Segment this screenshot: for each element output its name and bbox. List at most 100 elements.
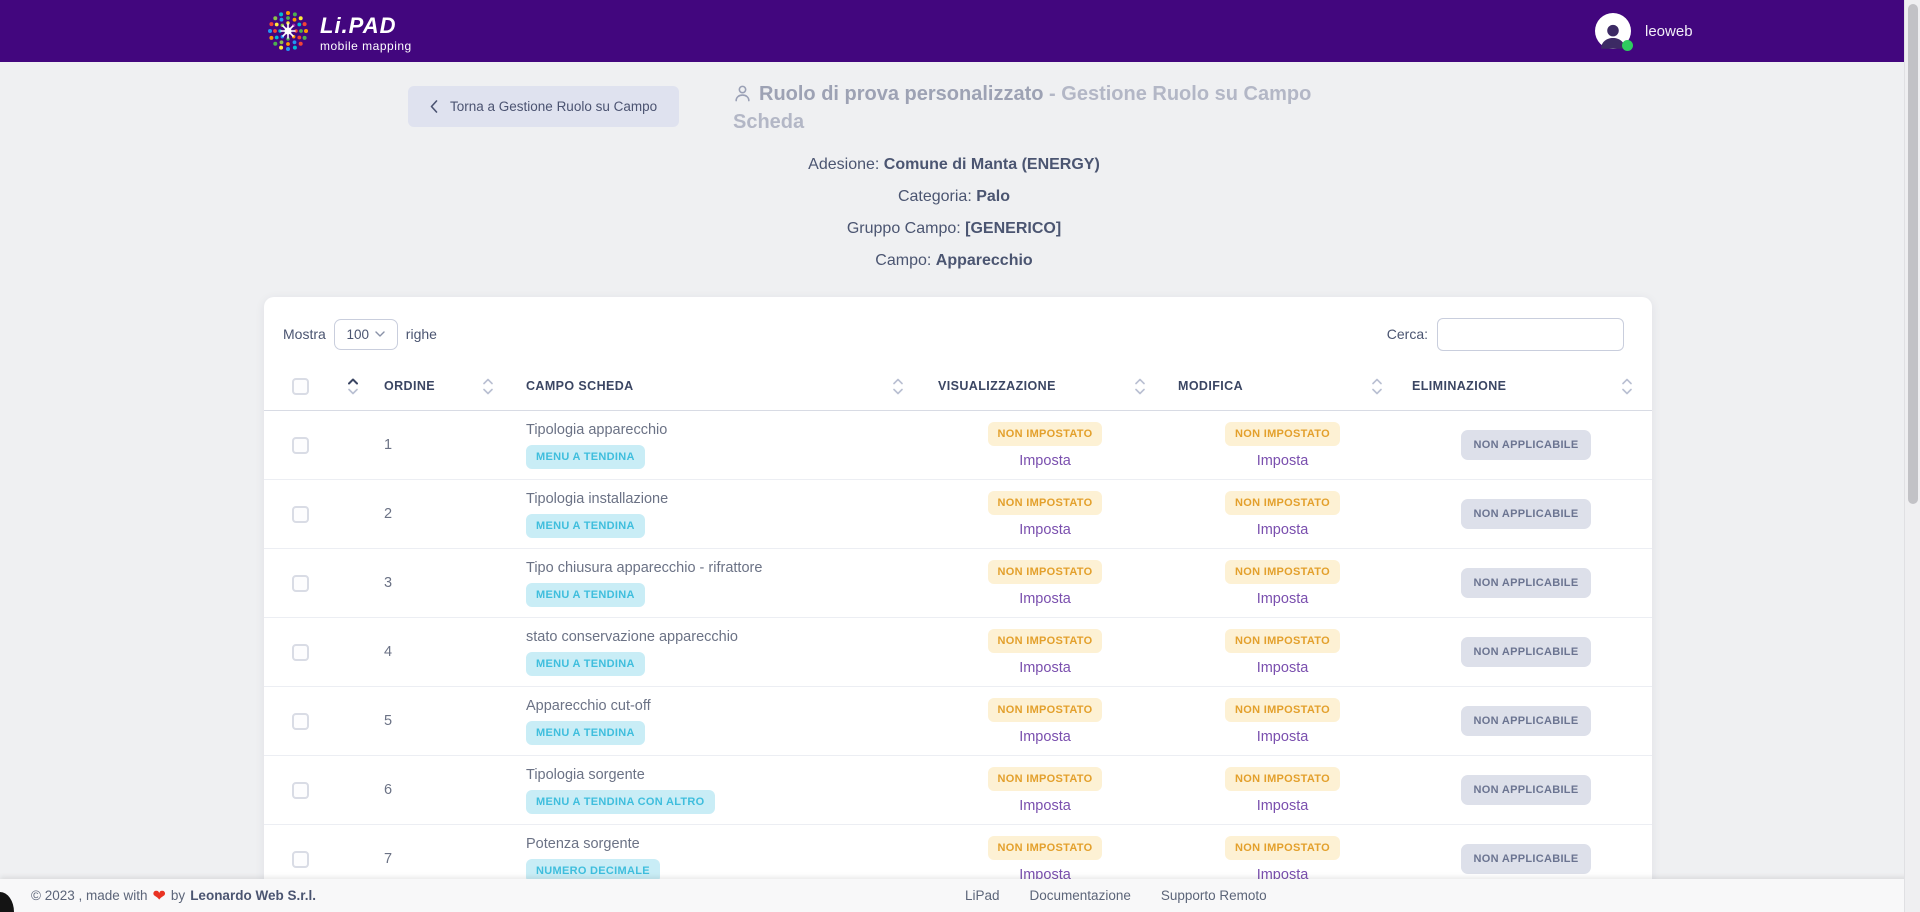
sort-control[interactable] bbox=[483, 378, 493, 395]
table-row: 6 Tipologia sorgente MENU A TENDINA CON … bbox=[264, 756, 1652, 825]
visualizzazione-status-badge: NON IMPOSTATO bbox=[988, 698, 1103, 722]
visualizzazione-status-badge: NON IMPOSTATO bbox=[988, 422, 1103, 446]
row-checkbox[interactable] bbox=[292, 644, 309, 661]
footer: © 2023 , made with ❤ by Leonardo Web S.r… bbox=[0, 879, 1920, 912]
sort-desc-icon bbox=[348, 388, 358, 395]
table-row: 3 Tipo chiusura apparecchio - rifrattore… bbox=[264, 549, 1652, 618]
footer-link-supporto-remoto[interactable]: Supporto Remoto bbox=[1161, 888, 1267, 903]
lipad-logo[interactable]: Li.PAD mobile mapping bbox=[264, 7, 412, 60]
campo-name: Tipo chiusura apparecchio - rifrattore bbox=[526, 560, 762, 576]
tipo-campo-badge: MENU A TENDINA CON ALTRO bbox=[526, 790, 715, 814]
campo-name: Tipologia installazione bbox=[526, 491, 668, 507]
page-length-label-before: Mostra bbox=[283, 326, 326, 342]
meta-gruppo-campo: Gruppo Campo: [GENERICO] bbox=[604, 220, 1304, 238]
imposta-visualizzazione-link[interactable]: Imposta bbox=[1019, 453, 1071, 469]
sort-control[interactable] bbox=[348, 378, 358, 395]
ordine-value: 3 bbox=[370, 549, 510, 617]
modifica-status-badge: NON IMPOSTATO bbox=[1225, 698, 1340, 722]
tipo-campo-badge: MENU A TENDINA bbox=[526, 721, 645, 745]
back-button-label: Torna a Gestione Ruolo su Campo bbox=[450, 99, 657, 114]
sort-asc-icon bbox=[1622, 378, 1632, 385]
row-checkbox[interactable] bbox=[292, 506, 309, 523]
ordine-value: 5 bbox=[370, 687, 510, 755]
sort-desc-icon bbox=[1135, 388, 1145, 395]
modifica-status-badge: NON IMPOSTATO bbox=[1225, 629, 1340, 653]
imposta-visualizzazione-link[interactable]: Imposta bbox=[1019, 660, 1071, 676]
visualizzazione-status-badge: NON IMPOSTATO bbox=[988, 836, 1103, 860]
tipo-campo-badge: MENU A TENDINA bbox=[526, 652, 645, 676]
back-button[interactable]: Torna a Gestione Ruolo su Campo bbox=[408, 86, 679, 127]
visualizzazione-status-badge: NON IMPOSTATO bbox=[988, 560, 1103, 584]
company-name: Leonardo Web S.r.l. bbox=[190, 888, 316, 903]
row-checkbox[interactable] bbox=[292, 851, 309, 868]
logo-subtitle: mobile mapping bbox=[320, 40, 412, 52]
page-length-select[interactable]: 100 bbox=[334, 319, 398, 350]
table-header: ORDINE CAMPO SCHEDA VISUALIZZAZIONE bbox=[264, 362, 1652, 411]
imposta-visualizzazione-link[interactable]: Imposta bbox=[1019, 522, 1071, 538]
campo-name: stato conservazione apparecchio bbox=[526, 629, 738, 645]
heart-icon: ❤ bbox=[153, 886, 166, 906]
row-checkbox[interactable] bbox=[292, 713, 309, 730]
header-campo-scheda[interactable]: CAMPO SCHEDA bbox=[510, 362, 925, 410]
sort-asc-icon bbox=[893, 378, 903, 385]
table-row: 4 stato conservazione apparecchio MENU A… bbox=[264, 618, 1652, 687]
imposta-modifica-link[interactable]: Imposta bbox=[1257, 591, 1309, 607]
header-ordine[interactable]: ORDINE bbox=[370, 362, 510, 410]
imposta-modifica-link[interactable]: Imposta bbox=[1257, 729, 1309, 745]
imposta-visualizzazione-link[interactable]: Imposta bbox=[1019, 591, 1071, 607]
vertical-scrollbar bbox=[1904, 0, 1920, 912]
tipo-campo-badge: MENU A TENDINA bbox=[526, 514, 645, 538]
page-length-label-after: righe bbox=[406, 326, 437, 342]
imposta-modifica-link[interactable]: Imposta bbox=[1257, 522, 1309, 538]
eliminazione-status-badge: NON APPLICABILE bbox=[1461, 637, 1592, 667]
footer-link-lipad[interactable]: LiPad bbox=[965, 888, 1000, 903]
select-all-checkbox[interactable] bbox=[292, 378, 309, 395]
footer-links: LiPad Documentazione Supporto Remoto bbox=[965, 888, 1267, 903]
header-select-column bbox=[264, 362, 370, 410]
imposta-visualizzazione-link[interactable]: Imposta bbox=[1019, 729, 1071, 745]
imposta-modifica-link[interactable]: Imposta bbox=[1257, 798, 1309, 814]
scrollbar-thumb[interactable] bbox=[1908, 4, 1918, 504]
username: leoweb bbox=[1645, 23, 1693, 40]
search-label: Cerca: bbox=[1387, 326, 1428, 342]
sort-control[interactable] bbox=[1372, 378, 1382, 395]
modifica-status-badge: NON IMPOSTATO bbox=[1225, 560, 1340, 584]
eliminazione-status-badge: NON APPLICABILE bbox=[1461, 568, 1592, 598]
page-title: Ruolo di prova personalizzato - Gestione… bbox=[733, 82, 1383, 135]
app-screen: Li.PAD mobile mapping leoweb Torna a Ges… bbox=[0, 0, 1920, 912]
sort-desc-icon bbox=[1372, 388, 1382, 395]
top-navbar: Li.PAD mobile mapping leoweb bbox=[0, 0, 1920, 62]
modifica-status-badge: NON IMPOSTATO bbox=[1225, 767, 1340, 791]
table-row: 2 Tipologia installazione MENU A TENDINA… bbox=[264, 480, 1652, 549]
header-eliminazione[interactable]: ELIMINAZIONE bbox=[1400, 362, 1652, 410]
sort-control[interactable] bbox=[893, 378, 903, 395]
footer-link-documentazione[interactable]: Documentazione bbox=[1030, 888, 1131, 903]
lipad-logo-icon bbox=[264, 7, 312, 60]
header-visualizzazione[interactable]: VISUALIZZAZIONE bbox=[925, 362, 1165, 410]
campo-name: Tipologia sorgente bbox=[526, 767, 645, 783]
sort-control[interactable] bbox=[1135, 378, 1145, 395]
imposta-visualizzazione-link[interactable]: Imposta bbox=[1019, 798, 1071, 814]
user-menu[interactable]: leoweb bbox=[1595, 13, 1693, 49]
table-card: Mostra 100 righe Cerca: ORDINE bbox=[264, 297, 1652, 912]
campo-name: Potenza sorgente bbox=[526, 836, 640, 852]
row-checkbox[interactable] bbox=[292, 575, 309, 592]
row-checkbox[interactable] bbox=[292, 782, 309, 799]
eliminazione-status-badge: NON APPLICABILE bbox=[1461, 844, 1592, 874]
sort-asc-icon bbox=[1372, 378, 1382, 385]
tipo-campo-badge: MENU A TENDINA bbox=[526, 583, 645, 607]
copyright: © 2023 , made with ❤ by Leonardo Web S.r… bbox=[31, 886, 316, 906]
imposta-modifica-link[interactable]: Imposta bbox=[1257, 660, 1309, 676]
modifica-status-badge: NON IMPOSTATO bbox=[1225, 491, 1340, 515]
search-input[interactable] bbox=[1437, 318, 1624, 351]
sort-control[interactable] bbox=[1622, 378, 1632, 395]
header-modifica[interactable]: MODIFICA bbox=[1165, 362, 1400, 410]
context-meta: Adesione: Comune di Manta (ENERGY) Categ… bbox=[604, 156, 1304, 284]
ordine-value: 4 bbox=[370, 618, 510, 686]
lipad-logo-text: Li.PAD mobile mapping bbox=[320, 15, 412, 52]
imposta-modifica-link[interactable]: Imposta bbox=[1257, 453, 1309, 469]
sort-desc-icon bbox=[483, 388, 493, 395]
page-length-value: 100 bbox=[347, 327, 370, 342]
row-checkbox[interactable] bbox=[292, 437, 309, 454]
online-status-dot bbox=[1622, 40, 1633, 51]
